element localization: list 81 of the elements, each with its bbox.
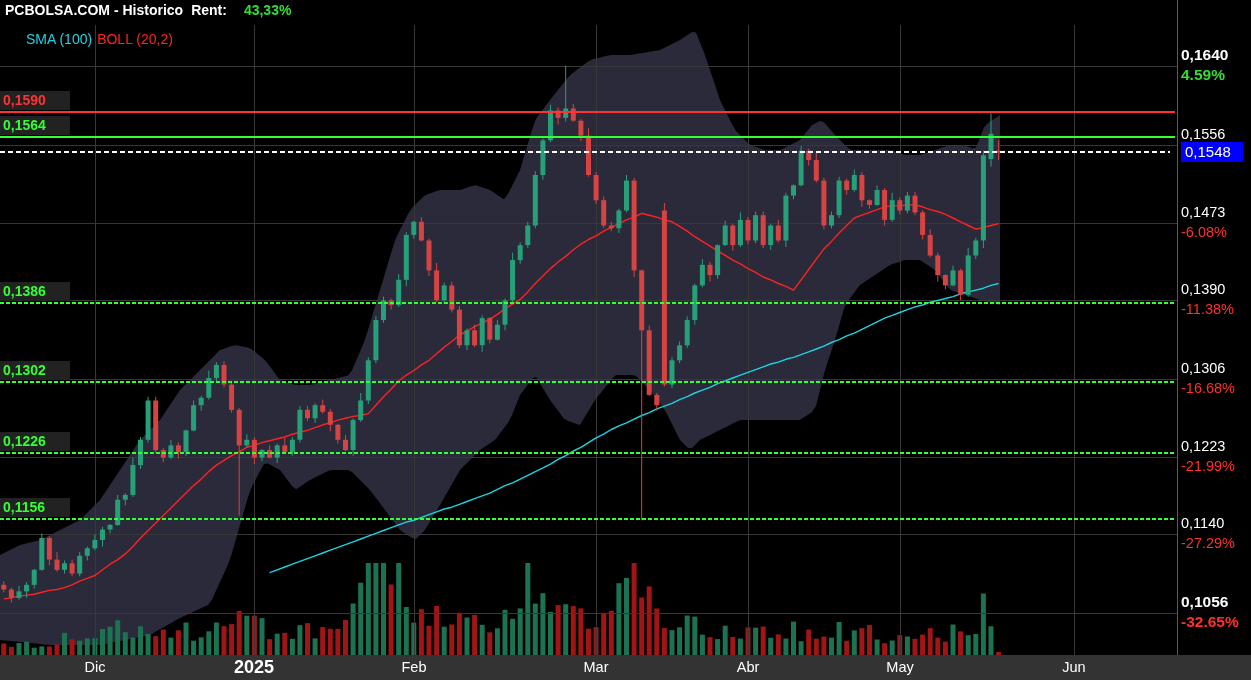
- price-change-label: -32.65%: [1181, 614, 1239, 630]
- candlestick: [31, 568, 37, 590]
- candlestick: [251, 436, 257, 465]
- time-axis-label: 2025: [234, 656, 274, 679]
- price-axis-label: 0,1640: [1181, 47, 1229, 63]
- candlestick: [517, 241, 523, 265]
- candlestick: [487, 316, 493, 344]
- price-change-label: -16.68%: [1181, 380, 1235, 396]
- price-level-label: 0,1226: [0, 432, 70, 451]
- price-axis-label: 0,1223: [1181, 438, 1227, 454]
- candlestick: [677, 341, 683, 364]
- candlestick: [699, 258, 705, 288]
- candlestick: [920, 210, 926, 240]
- candlestick: [289, 436, 295, 457]
- candlestick: [935, 252, 941, 283]
- price-change-label: -21.99%: [1181, 458, 1235, 474]
- candlestick: [950, 265, 956, 287]
- time-axis-label: May: [886, 658, 914, 677]
- candlestick: [775, 219, 781, 243]
- candlestick: [851, 168, 857, 193]
- candlestick: [16, 585, 22, 601]
- rent-label: Rent:: [191, 2, 227, 18]
- candlestick: [381, 296, 386, 324]
- candlestick: [722, 220, 728, 247]
- candlestick: [927, 228, 933, 258]
- time-axis-label: Abr: [736, 658, 760, 677]
- candlestick: [730, 223, 736, 252]
- legend-label: BOLL (20,2): [97, 31, 173, 47]
- price-change-label: 4.59%: [1181, 67, 1226, 83]
- candlestick: [973, 237, 979, 260]
- chart-title: PCBOLSA.COM - Historico: [5, 2, 184, 18]
- candlestick: [578, 118, 584, 142]
- candlestick: [745, 216, 751, 245]
- candlestick: [312, 402, 318, 424]
- time-axis-label: Jun: [1062, 658, 1086, 677]
- candlestick: [472, 324, 478, 348]
- price-change-label: -11.38%: [1181, 301, 1234, 317]
- time-axis-label: Mar: [583, 658, 609, 677]
- legend-label: SMA (100): [26, 31, 93, 47]
- price-level-label: 0,1156: [0, 498, 70, 517]
- candlestick: [358, 392, 364, 423]
- candlestick: [813, 152, 819, 183]
- price-axis-label: 0,1473: [1181, 204, 1227, 220]
- price-change-label: -27.29%: [1181, 535, 1235, 551]
- candlestick: [418, 216, 424, 242]
- time-axis-label: Dic: [84, 658, 106, 677]
- candlestick: [221, 360, 227, 388]
- price-axis-label: 0,1390: [1181, 281, 1227, 297]
- time-axis-label: Feb: [401, 658, 427, 677]
- price-level-label: 0,1386: [0, 282, 70, 301]
- candlestick: [707, 261, 713, 283]
- price-axis-label: 0,1306: [1181, 360, 1227, 376]
- last-price-badge: 0,1548: [1181, 142, 1243, 162]
- candlestick: [616, 208, 622, 234]
- candlestick: [889, 192, 895, 223]
- price-level-label: 0,1564: [0, 116, 70, 135]
- candlestick: [904, 191, 910, 214]
- candlestick: [100, 526, 105, 547]
- price-axis-label: 0,1556: [1181, 126, 1226, 142]
- candlestick: [274, 443, 280, 464]
- candlestick: [874, 184, 880, 207]
- candlestick: [768, 223, 774, 251]
- candlestick: [183, 429, 189, 457]
- candlestick: [213, 361, 219, 383]
- rent-value: 43,33%: [243, 2, 292, 18]
- candlestick: [77, 551, 83, 577]
- price-axis-label: 0,1140: [1181, 515, 1226, 531]
- candlestick: [335, 423, 341, 444]
- candlestick: [464, 327, 470, 351]
- candlestick: [54, 551, 60, 573]
- candlestick: [912, 191, 918, 216]
- candlestick: [494, 319, 500, 342]
- price-change-label: -6.08%: [1181, 224, 1227, 240]
- candlestick: [206, 370, 212, 401]
- price-level-label: 0,1590: [0, 91, 70, 110]
- candlestick: [327, 408, 333, 432]
- candlestick: [92, 533, 98, 551]
- candlestick: [525, 221, 531, 249]
- candlestick: [46, 535, 52, 566]
- price-axis-label: 0,1056: [1181, 594, 1230, 610]
- price-level-label: 0,1302: [0, 361, 70, 380]
